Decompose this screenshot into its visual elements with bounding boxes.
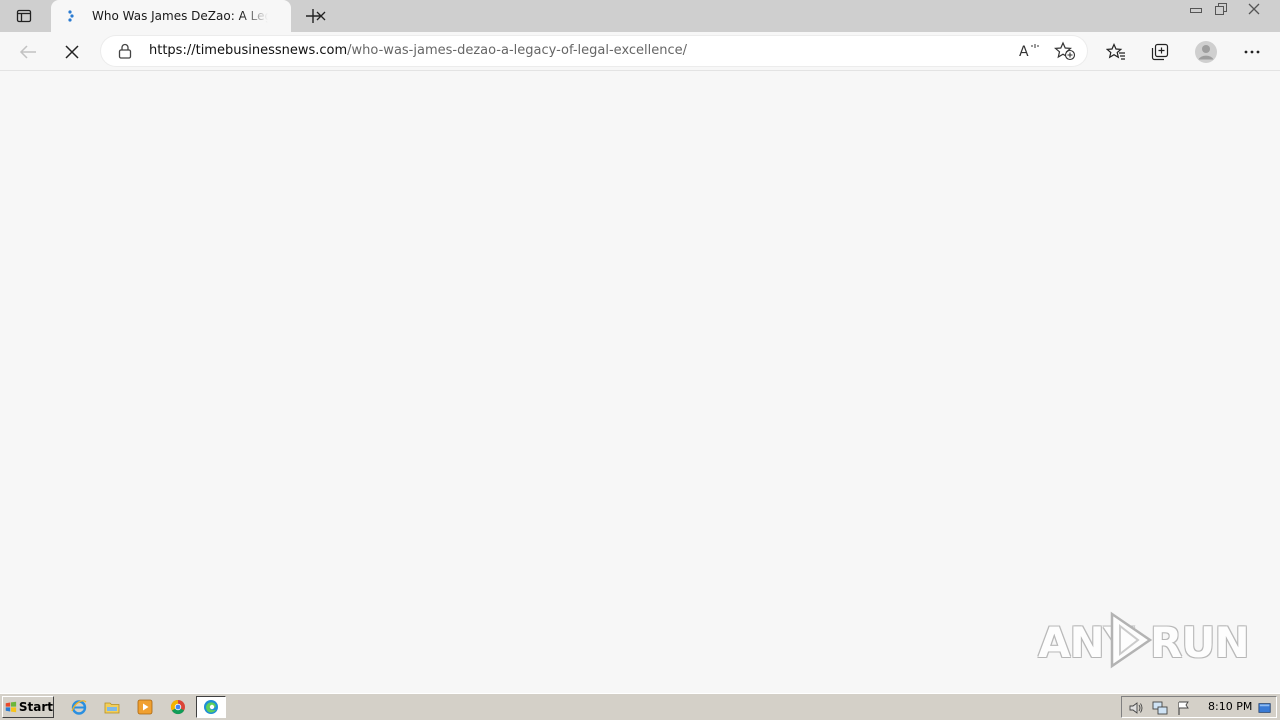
minimize-icon <box>1190 8 1202 13</box>
browser-toolbar: https://timebusinessnews.com/who-was-jam… <box>0 32 1280 71</box>
file-explorer-launch[interactable] <box>101 696 123 718</box>
media-player-launch[interactable] <box>134 696 156 718</box>
more-options-button[interactable] <box>1237 37 1267 67</box>
media-player-icon <box>137 699 153 715</box>
add-favorite-icon[interactable] <box>1054 41 1076 61</box>
back-arrow-icon <box>19 45 36 59</box>
system-tray: 8:10 PM <box>1121 696 1277 718</box>
url-host: https://timebusinessnews.com <box>149 43 348 58</box>
profile-button[interactable] <box>1191 37 1221 67</box>
tab-active[interactable]: Who Was James DeZao: A Legacy of Legal E… <box>51 0 326 32</box>
svg-text:A: A <box>1019 44 1029 60</box>
loading-favicon-icon <box>68 10 74 22</box>
address-bar[interactable]: https://timebusinessnews.com/who-was-jam… <box>101 36 1087 66</box>
stop-loading-button[interactable] <box>57 37 87 67</box>
profile-icon <box>1195 41 1217 63</box>
restore-icon <box>1215 3 1227 15</box>
restore-button[interactable] <box>1208 0 1234 18</box>
minimize-button[interactable] <box>1183 0 1209 18</box>
taskbar-clock[interactable]: 8:10 PM <box>1208 700 1252 714</box>
tab-title: Who Was James DeZao: A Legacy of Legal E… <box>92 9 268 23</box>
more-icon <box>1244 50 1260 54</box>
tab-actions-icon <box>16 9 32 23</box>
window-close-button[interactable] <box>1236 0 1272 18</box>
read-aloud-icon[interactable]: A <box>1018 41 1040 61</box>
chrome-icon <box>170 699 185 715</box>
new-tab-button[interactable] <box>301 4 325 28</box>
taskbar: Start 8:10 PM <box>0 693 1280 720</box>
internet-explorer-icon <box>71 700 87 715</box>
lock-icon[interactable] <box>118 43 132 59</box>
chrome-launch[interactable] <box>167 696 189 718</box>
action-center-flag-icon[interactable] <box>1176 700 1192 716</box>
url-path: /who-was-james-dezao-a-legacy-of-legal-e… <box>347 43 688 58</box>
title-bar: Who Was James DeZao: A Legacy of Legal E… <box>0 0 1280 32</box>
network-icon[interactable] <box>1152 700 1168 716</box>
volume-icon[interactable] <box>1128 700 1144 716</box>
collections-button[interactable] <box>1145 37 1175 67</box>
page-content: ANY RUN <box>0 71 1280 693</box>
anyrun-watermark: ANY RUN <box>1036 608 1250 672</box>
close-icon <box>1248 3 1260 15</box>
stop-loading-icon <box>65 45 79 59</box>
internet-explorer-launch[interactable] <box>68 696 90 718</box>
favorites-button[interactable] <box>1101 37 1131 67</box>
folder-icon <box>104 702 120 714</box>
url-text[interactable]: https://timebusinessnews.com/who-was-jam… <box>149 43 687 59</box>
quick-launch <box>62 696 237 718</box>
plus-icon <box>306 9 320 23</box>
play-icon <box>1110 611 1153 669</box>
collections-icon <box>1151 43 1169 61</box>
start-button[interactable]: Start <box>2 696 54 718</box>
edge-icon <box>204 700 218 714</box>
start-label: Start <box>18 700 53 714</box>
show-desktop-icon[interactable] <box>1258 700 1272 716</box>
back-button[interactable] <box>13 37 43 67</box>
edge-taskbar-button[interactable] <box>196 696 226 718</box>
tab-actions-button[interactable] <box>8 4 40 28</box>
watermark-text-right: RUN <box>1150 618 1250 667</box>
favorites-icon <box>1106 43 1125 60</box>
windows-logo-icon <box>5 701 17 713</box>
